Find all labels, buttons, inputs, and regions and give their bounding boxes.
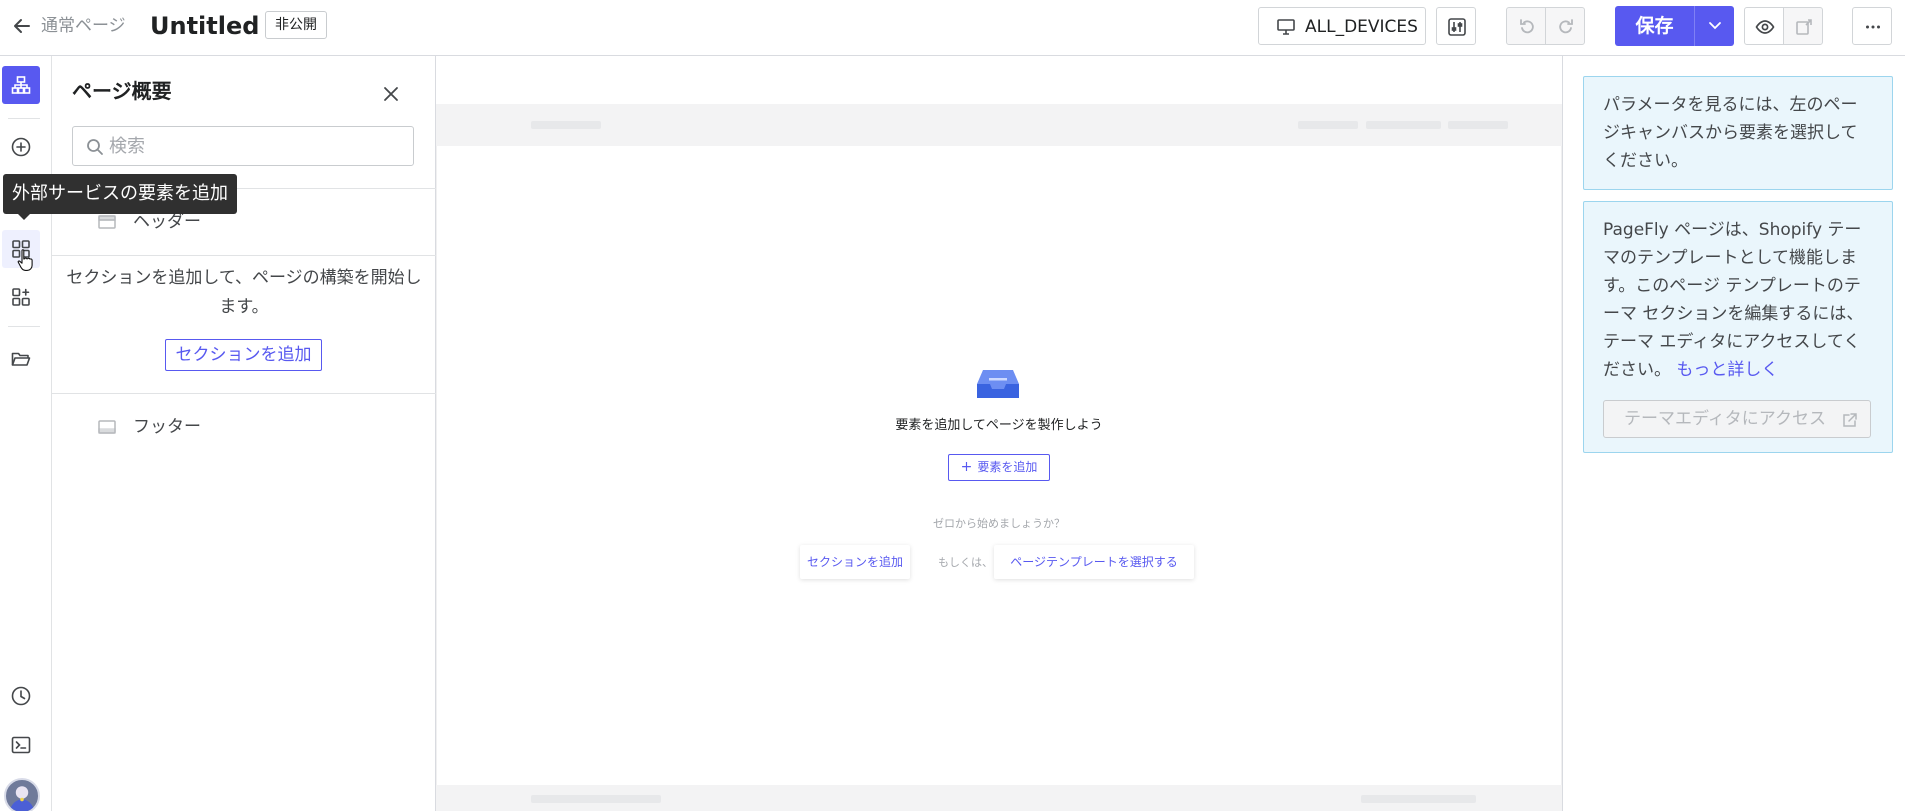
outline-item-label: フッター xyxy=(133,417,201,437)
add-element-button[interactable] xyxy=(2,128,40,166)
top-bar: 通常ページ Untitled 非公開 ALL_DEVICES 保存 xyxy=(0,0,1905,56)
page-type-link[interactable]: 通常ページ xyxy=(41,14,126,38)
search-icon xyxy=(86,138,104,156)
empty-box-icon xyxy=(977,368,1019,400)
add-section-button[interactable]: セクションを追加 xyxy=(165,339,322,371)
ghost-text xyxy=(531,121,601,129)
theme-editor-label: テーマエディタにアクセス xyxy=(1624,409,1826,429)
outline-item-footer[interactable]: フッター xyxy=(52,407,436,447)
arrow-left-icon[interactable] xyxy=(12,16,32,36)
more-options-button[interactable] xyxy=(1852,7,1892,45)
panel-title: ページ概要 xyxy=(72,79,172,103)
search-field[interactable] xyxy=(72,126,414,166)
theme-header-preview xyxy=(436,104,1562,146)
add-element-label: 要素を追加 xyxy=(977,460,1038,474)
theme-footer-preview xyxy=(436,785,1562,811)
preview-button[interactable] xyxy=(1744,7,1784,45)
left-toolbar xyxy=(0,56,52,811)
theme-info-box: PageFly ページは、Shopify テーマのテンプレートとして機能します。… xyxy=(1583,201,1893,453)
add-element-canvas-button[interactable]: + 要素を追加 xyxy=(948,454,1050,481)
rail-divider xyxy=(8,326,40,327)
undo-button[interactable] xyxy=(1506,7,1546,45)
tooltip: 外部サービスの要素を追加 xyxy=(3,174,237,220)
page-canvas[interactable]: 要素を追加してページを製作しよう + 要素を追加 ゼロから始めましょうか？ セクシ… xyxy=(436,56,1562,811)
page-outline-button[interactable] xyxy=(2,66,40,104)
empty-canvas-title: 要素を追加してページを製作しよう xyxy=(895,418,1103,433)
save-options-button[interactable] xyxy=(1694,6,1734,46)
close-icon[interactable] xyxy=(382,85,400,103)
page-outline-panel: ページ概要 ヘッダー セクションを追加して、ページの構築を開始します。 セクショ… xyxy=(52,56,436,811)
save-button[interactable]: 保存 xyxy=(1615,6,1694,46)
device-label: ALL_DEVICES xyxy=(1305,17,1418,37)
third-party-elements-button[interactable] xyxy=(2,230,40,268)
history-button[interactable] xyxy=(2,677,40,715)
ghost-text xyxy=(1361,795,1476,803)
publish-button[interactable] xyxy=(1783,7,1823,45)
select-element-hint: パラメータを見るには、左のページキャンバスから要素を選択してください。 xyxy=(1583,76,1893,190)
panel-divider xyxy=(52,255,436,256)
footer-section-icon xyxy=(98,419,116,435)
learn-more-link[interactable]: もっと詳しく xyxy=(1676,360,1778,380)
inspector-panel: パラメータを見るには、左のページキャンバスから要素を選択してください。 Page… xyxy=(1562,56,1905,811)
theme-info-text: PageFly ページは、Shopify テーマのテンプレートとして機能します。… xyxy=(1603,220,1864,380)
ghost-text xyxy=(1448,121,1508,129)
avatar[interactable] xyxy=(4,778,40,811)
hint-text: パラメータを見るには、左のページキャンバスから要素を選択してください。 xyxy=(1603,95,1858,171)
plus-icon: + xyxy=(960,459,973,475)
tuning-button[interactable] xyxy=(1436,7,1476,45)
start-hint-text: ゼロから始めましょうか？ xyxy=(933,517,1065,530)
or-text: もしくは、 xyxy=(938,556,993,569)
panel-divider xyxy=(52,393,436,394)
theme-editor-button[interactable]: テーマエディタにアクセス xyxy=(1603,400,1871,438)
external-link-icon xyxy=(1842,412,1858,428)
monitor-icon xyxy=(1277,19,1295,35)
search-input[interactable] xyxy=(109,133,399,159)
header-section-icon xyxy=(98,214,116,230)
canvas-add-section-button[interactable]: セクションを追加 xyxy=(800,545,910,579)
status-badge[interactable]: 非公開 xyxy=(265,11,327,39)
choose-template-button[interactable]: ページテンプレートを選択する xyxy=(994,545,1194,579)
ghost-text xyxy=(531,795,661,803)
code-button[interactable] xyxy=(2,726,40,764)
redo-button[interactable] xyxy=(1545,7,1585,45)
empty-sections-message: セクションを追加して、ページの構築を開始します。 xyxy=(66,268,422,317)
add-app-button[interactable] xyxy=(2,278,40,316)
ghost-text xyxy=(1298,121,1358,129)
files-button[interactable] xyxy=(2,340,40,378)
page-title[interactable]: Untitled xyxy=(150,10,259,42)
ghost-text xyxy=(1366,121,1441,129)
device-selector-button[interactable]: ALL_DEVICES xyxy=(1258,7,1426,45)
rail-divider xyxy=(8,118,40,119)
